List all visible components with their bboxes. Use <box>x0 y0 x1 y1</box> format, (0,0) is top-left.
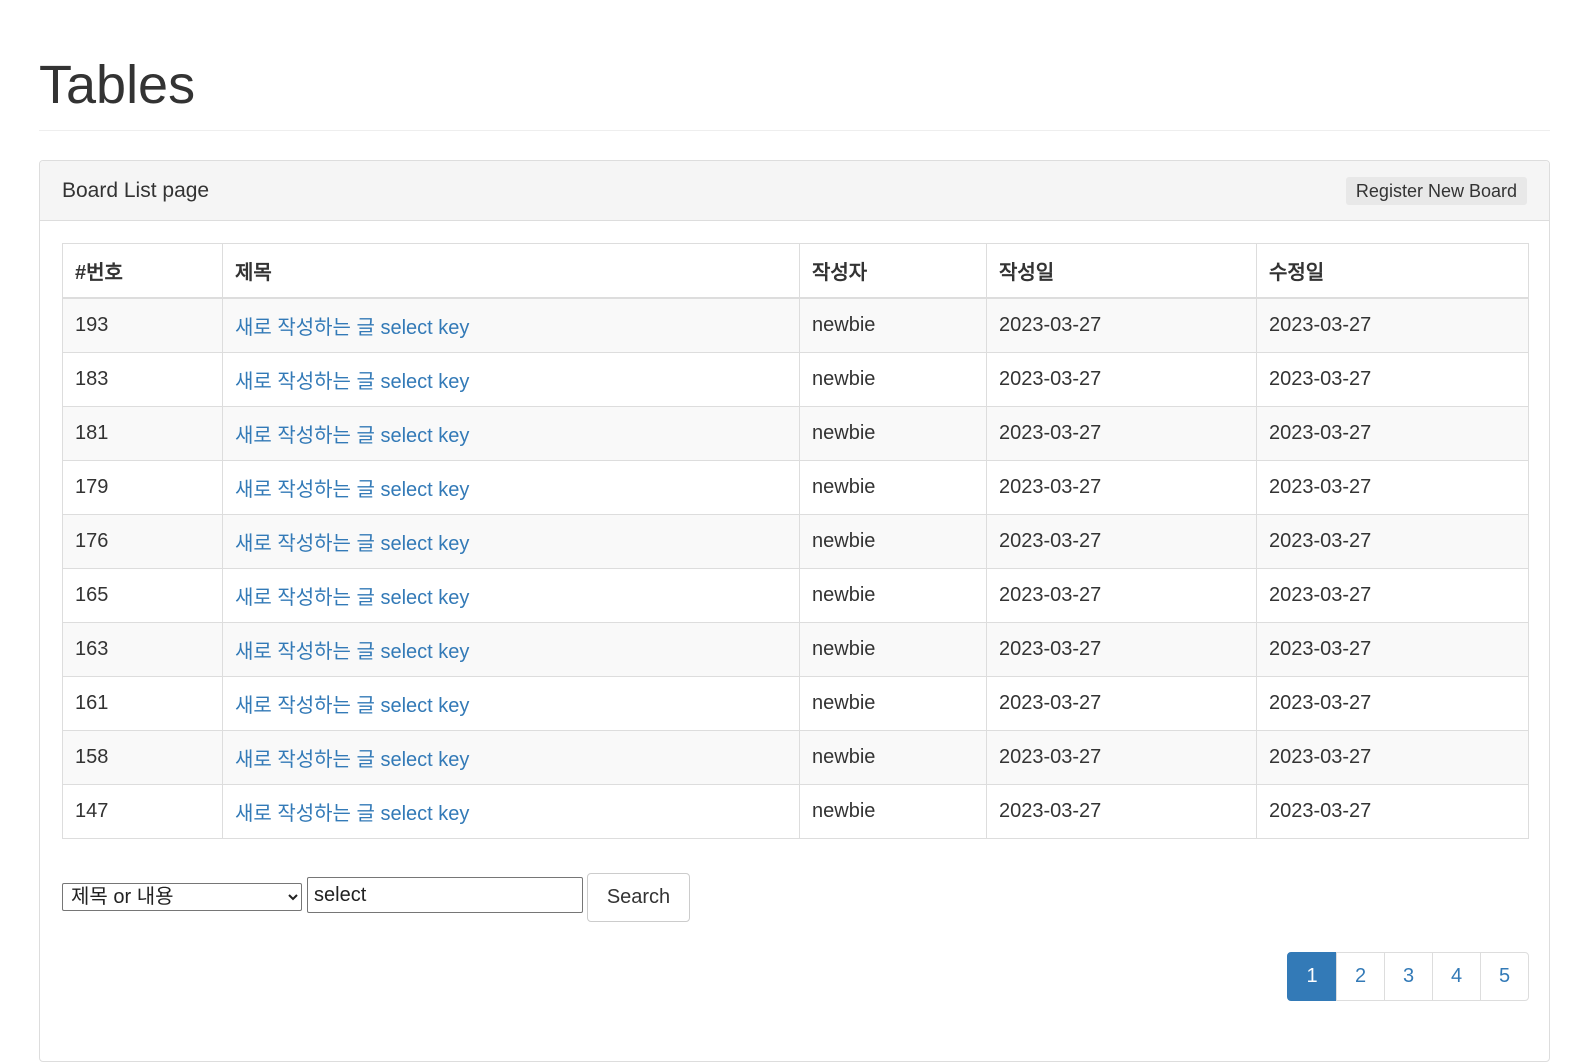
table-header-row: #번호 제목 작성자 작성일 수정일 <box>62 243 1529 299</box>
row-regdate: 2023-03-27 <box>986 352 1257 407</box>
row-number: 165 <box>62 568 223 623</box>
pagination: 1 2 3 4 5 <box>1287 952 1529 1001</box>
row-regdate: 2023-03-27 <box>986 514 1257 569</box>
table-row: 165 새로 작성하는 글 select key newbie 2023-03-… <box>62 568 1529 623</box>
row-regdate: 2023-03-27 <box>986 406 1257 461</box>
row-number: 163 <box>62 622 223 677</box>
row-title-link[interactable]: 새로 작성하는 글 select key <box>235 587 469 609</box>
row-updatedate: 2023-03-27 <box>1256 514 1529 569</box>
row-title-cell: 새로 작성하는 글 select key <box>222 297 800 353</box>
page-title: Tables <box>39 55 196 115</box>
row-regdate: 2023-03-27 <box>986 460 1257 515</box>
row-writer: newbie <box>799 406 987 461</box>
column-header-updatedate: 수정일 <box>1256 243 1529 299</box>
search-type-select[interactable]: 제목 or 내용 <box>62 883 302 911</box>
column-header-number: #번호 <box>62 243 223 299</box>
board-table: #번호 제목 작성자 작성일 수정일 193 새로 작성하는 글 select … <box>62 243 1529 839</box>
row-regdate: 2023-03-27 <box>986 622 1257 677</box>
row-title-cell: 새로 작성하는 글 select key <box>222 460 800 515</box>
table-row: 176 새로 작성하는 글 select key newbie 2023-03-… <box>62 514 1529 569</box>
row-writer: newbie <box>799 514 987 569</box>
row-regdate: 2023-03-27 <box>986 676 1257 731</box>
search-keyword-input[interactable] <box>307 877 583 913</box>
row-regdate: 2023-03-27 <box>986 297 1257 353</box>
table-row: 158 새로 작성하는 글 select key newbie 2023-03-… <box>62 730 1529 785</box>
row-writer: newbie <box>799 568 987 623</box>
row-writer: newbie <box>799 352 987 407</box>
table-row: 193 새로 작성하는 글 select key newbie 2023-03-… <box>62 297 1529 353</box>
table-row: 183 새로 작성하는 글 select key newbie 2023-03-… <box>62 352 1529 407</box>
panel-title: Board List page <box>62 179 210 202</box>
row-title-link[interactable]: 새로 작성하는 글 select key <box>235 803 469 825</box>
page-button-1[interactable]: 1 <box>1287 952 1337 1001</box>
row-writer: newbie <box>799 730 987 785</box>
row-updatedate: 2023-03-27 <box>1256 406 1529 461</box>
column-header-regdate: 작성일 <box>986 243 1257 299</box>
row-writer: newbie <box>799 676 987 731</box>
row-title-link[interactable]: 새로 작성하는 글 select key <box>235 425 469 447</box>
row-regdate: 2023-03-27 <box>986 784 1257 839</box>
row-regdate: 2023-03-27 <box>986 730 1257 785</box>
row-title-cell: 새로 작성하는 글 select key <box>222 514 800 569</box>
row-updatedate: 2023-03-27 <box>1256 568 1529 623</box>
row-title-link[interactable]: 새로 작성하는 글 select key <box>235 317 469 339</box>
row-number: 181 <box>62 406 223 461</box>
row-updatedate: 2023-03-27 <box>1256 622 1529 677</box>
row-title-link[interactable]: 새로 작성하는 글 select key <box>235 749 469 771</box>
row-title-link[interactable]: 새로 작성하는 글 select key <box>235 479 469 501</box>
row-title-cell: 새로 작성하는 글 select key <box>222 622 800 677</box>
table-row: 163 새로 작성하는 글 select key newbie 2023-03-… <box>62 622 1529 677</box>
row-writer: newbie <box>799 297 987 353</box>
row-updatedate: 2023-03-27 <box>1256 730 1529 785</box>
row-title-cell: 새로 작성하는 글 select key <box>222 730 800 785</box>
page-button-2[interactable]: 2 <box>1336 952 1385 1001</box>
row-title-cell: 새로 작성하는 글 select key <box>222 676 800 731</box>
row-title-link[interactable]: 새로 작성하는 글 select key <box>235 695 469 717</box>
table-row: 181 새로 작성하는 글 select key newbie 2023-03-… <box>62 406 1529 461</box>
page-header: Tables <box>39 40 1550 131</box>
table-row: 147 새로 작성하는 글 select key newbie 2023-03-… <box>62 784 1529 839</box>
row-updatedate: 2023-03-27 <box>1256 352 1529 407</box>
row-title-cell: 새로 작성하는 글 select key <box>222 784 800 839</box>
row-title-cell: 새로 작성하는 글 select key <box>222 568 800 623</box>
row-title-cell: 새로 작성하는 글 select key <box>222 352 800 407</box>
page-button-5[interactable]: 5 <box>1480 952 1529 1001</box>
row-number: 193 <box>62 297 223 353</box>
table-row: 179 새로 작성하는 글 select key newbie 2023-03-… <box>62 460 1529 515</box>
row-number: 161 <box>62 676 223 731</box>
row-updatedate: 2023-03-27 <box>1256 297 1529 353</box>
row-updatedate: 2023-03-27 <box>1256 784 1529 839</box>
column-header-writer: 작성자 <box>799 243 987 299</box>
row-writer: newbie <box>799 460 987 515</box>
row-writer: newbie <box>799 622 987 677</box>
row-regdate: 2023-03-27 <box>986 568 1257 623</box>
board-panel: Board List page Register New Board #번호 제… <box>39 160 1550 1062</box>
row-updatedate: 2023-03-27 <box>1256 676 1529 731</box>
column-header-title: 제목 <box>222 243 800 299</box>
row-updatedate: 2023-03-27 <box>1256 460 1529 515</box>
row-number: 158 <box>62 730 223 785</box>
register-new-board-button[interactable]: Register New Board <box>1345 177 1527 205</box>
search-button[interactable]: Search <box>587 873 690 922</box>
row-number: 179 <box>62 460 223 515</box>
row-title-link[interactable]: 새로 작성하는 글 select key <box>235 641 469 663</box>
row-title-cell: 새로 작성하는 글 select key <box>222 406 800 461</box>
table-row: 161 새로 작성하는 글 select key newbie 2023-03-… <box>62 676 1529 731</box>
row-number: 183 <box>62 352 223 407</box>
row-number: 147 <box>62 784 223 839</box>
row-writer: newbie <box>799 784 987 839</box>
row-number: 176 <box>62 514 223 569</box>
row-title-link[interactable]: 새로 작성하는 글 select key <box>235 533 469 555</box>
panel-heading: Board List page Register New Board <box>40 161 1549 221</box>
page-button-3[interactable]: 3 <box>1384 952 1433 1001</box>
row-title-link[interactable]: 새로 작성하는 글 select key <box>235 371 469 393</box>
page-button-4[interactable]: 4 <box>1432 952 1481 1001</box>
